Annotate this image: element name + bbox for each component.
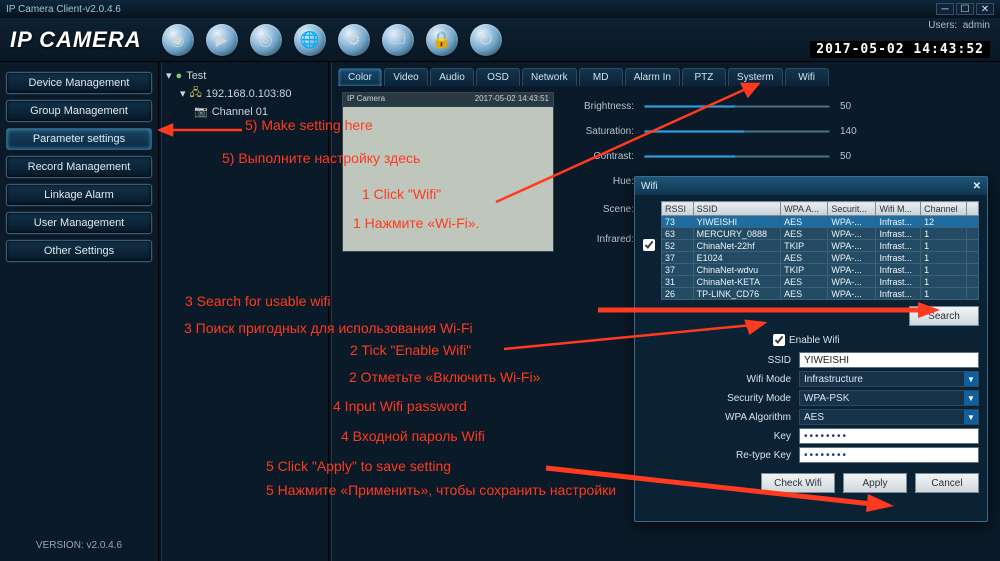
wifi-column-header[interactable]: Wifi M... (876, 202, 921, 216)
select-label: Infrared: (568, 234, 634, 245)
app-header: IP CAMERA ◉ ▶ ◎ 🌐 ⚙ 🖵 🔒 ⏻ Users: admin 2017-05-… (0, 18, 1000, 62)
clock: 2017-05-02 14:43:52 (810, 41, 990, 58)
record-icon[interactable]: ◎ (250, 24, 282, 56)
wifi-row[interactable]: 31ChinaNet-KETAAESWPA-...Infrast...1 (662, 276, 979, 288)
wifi-networks-table[interactable]: RSSISSIDWPA A...Securit...Wifi M...Chann… (661, 201, 979, 300)
window-maximize-button[interactable]: ☐ (956, 3, 974, 15)
tab-wifi[interactable]: Wifi (785, 68, 829, 86)
sidebar-item-user-management[interactable]: User Management (6, 212, 152, 234)
wifi-key-input[interactable] (799, 428, 979, 444)
wifi-mode-select[interactable]: Infrastructure▼ (799, 371, 979, 387)
window-title: IP Camera Client-v2.0.4.6 (6, 4, 121, 15)
tab-systerm[interactable]: Systerm (728, 68, 783, 86)
lock-icon[interactable]: 🔒 (426, 24, 458, 56)
apply-button[interactable]: Apply (843, 473, 907, 493)
slider-value: 140 (840, 126, 868, 137)
slider-label: Saturation: (568, 126, 634, 137)
enable-wifi-label: Enable Wifi (789, 335, 840, 346)
window-minimize-button[interactable]: ─ (936, 3, 954, 15)
settings-tabs: ColorVideoAudioOSDNetworkMDAlarm InPTZSy… (332, 62, 1000, 86)
wifi-column-header[interactable]: RSSI (662, 202, 694, 216)
power-icon[interactable]: ⏻ (470, 24, 502, 56)
wifi-column-header[interactable]: Channel (921, 202, 967, 216)
sidebar-item-parameter-settings[interactable]: Parameter settings (6, 128, 152, 150)
wifi-form: SSID Wifi Mode Infrastructure▼ Security … (643, 352, 979, 463)
select-label: Scene: (568, 204, 634, 215)
wifi-retype-key-input[interactable] (799, 447, 979, 463)
tab-video[interactable]: Video (384, 68, 428, 86)
device-tree: ▾ ● Test ▾ 🖧 192.168.0.103:80 📷 Channel … (162, 62, 328, 561)
wifi-column-header[interactable]: Securit... (828, 202, 876, 216)
network-icon[interactable]: 🌐 (294, 24, 326, 56)
camera-icon[interactable]: ◉ (162, 24, 194, 56)
sidebar-item-linkage-alarm[interactable]: Linkage Alarm (6, 184, 152, 206)
play-icon[interactable]: ▶ (206, 24, 238, 56)
wifi-row[interactable]: 63MERCURY_0888AESWPA-...Infrast...1 (662, 228, 979, 240)
window-close-button[interactable]: ✕ (976, 3, 994, 15)
scrollbar-icon[interactable] (967, 202, 979, 216)
sidebar-item-device-management[interactable]: Device Management (6, 72, 152, 94)
wifi-row[interactable]: 37ChinaNet-wdvuTKIPWPA-...Infrast...1 (662, 264, 979, 276)
slider-label: Hue: (568, 176, 634, 187)
slider-brightness[interactable] (644, 105, 830, 108)
tab-network[interactable]: Network (522, 68, 577, 86)
wifi-list-checkbox[interactable] (643, 239, 655, 251)
wifi-row[interactable]: 73YIWEISHIAESWPA-...Infrast...12 (662, 216, 979, 228)
current-user: Users: admin (928, 20, 990, 31)
version-label: VERSION: v2.0.4.6 (6, 532, 152, 561)
enable-wifi-checkbox[interactable] (773, 334, 785, 346)
tree-root[interactable]: ▾ ● Test (166, 68, 324, 83)
wifi-ssid-input[interactable] (799, 352, 979, 368)
wifi-search-button[interactable]: Search (909, 306, 979, 326)
tree-device[interactable]: ▾ 🖧 192.168.0.103:80 (166, 83, 324, 104)
window-titlebar: IP Camera Client-v2.0.4.6 ─ ☐ ✕ (0, 0, 1000, 18)
sidebar-item-record-management[interactable]: Record Management (6, 156, 152, 178)
wifi-row[interactable]: 37E1024AESWPA-...Infrast...1 (662, 252, 979, 264)
cancel-button[interactable]: Cancel (915, 473, 979, 493)
video-preview: IP Camera 2017-05-02 14:43:51 (342, 92, 554, 252)
tab-md[interactable]: MD (579, 68, 623, 86)
slider-value: 50 (840, 151, 868, 162)
app-logo: IP CAMERA (10, 29, 142, 51)
check-wifi-button[interactable]: Check Wifi (761, 473, 835, 493)
wifi-algorithm-select[interactable]: AES▼ (799, 409, 979, 425)
tree-channel[interactable]: 📷 Channel 01 (166, 104, 324, 119)
slider-label: Contrast: (568, 151, 634, 162)
slider-label: Brightness: (568, 101, 634, 112)
wifi-row[interactable]: 52ChinaNet-22hfTKIPWPA-...Infrast...1 (662, 240, 979, 252)
slider-value: 50 (840, 101, 868, 112)
tree-collapse-icon[interactable]: ▾ (166, 69, 172, 82)
wifi-dialog-title: Wifi ✕ (635, 177, 987, 195)
wifi-column-header[interactable]: SSID (693, 202, 780, 216)
tab-color[interactable]: Color (338, 68, 382, 86)
wifi-dialog: Wifi ✕ RSSISSIDWPA A...Securit...Wifi M.… (634, 176, 988, 522)
slider-saturation[interactable] (644, 130, 830, 133)
tab-alarm in[interactable]: Alarm In (625, 68, 680, 86)
monitor-icon[interactable]: 🖵 (382, 24, 414, 56)
sidebar-item-group-management[interactable]: Group Management (6, 100, 152, 122)
settings-icon[interactable]: ⚙ (338, 24, 370, 56)
tab-audio[interactable]: Audio (430, 68, 474, 86)
sidebar-item-other-settings[interactable]: Other Settings (6, 240, 152, 262)
tree-collapse-icon[interactable]: ▾ (180, 87, 186, 100)
wifi-dialog-close[interactable]: ✕ (973, 181, 981, 192)
wifi-row[interactable]: 26TP-LINK_CD76AESWPA-...Infrast...1 (662, 288, 979, 300)
tab-ptz[interactable]: PTZ (682, 68, 726, 86)
slider-contrast[interactable] (644, 155, 830, 158)
wifi-security-select[interactable]: WPA-PSK▼ (799, 390, 979, 406)
wifi-column-header[interactable]: WPA A... (781, 202, 828, 216)
sidebar: Device Management Group Management Paramet… (0, 62, 158, 561)
tab-osd[interactable]: OSD (476, 68, 520, 86)
